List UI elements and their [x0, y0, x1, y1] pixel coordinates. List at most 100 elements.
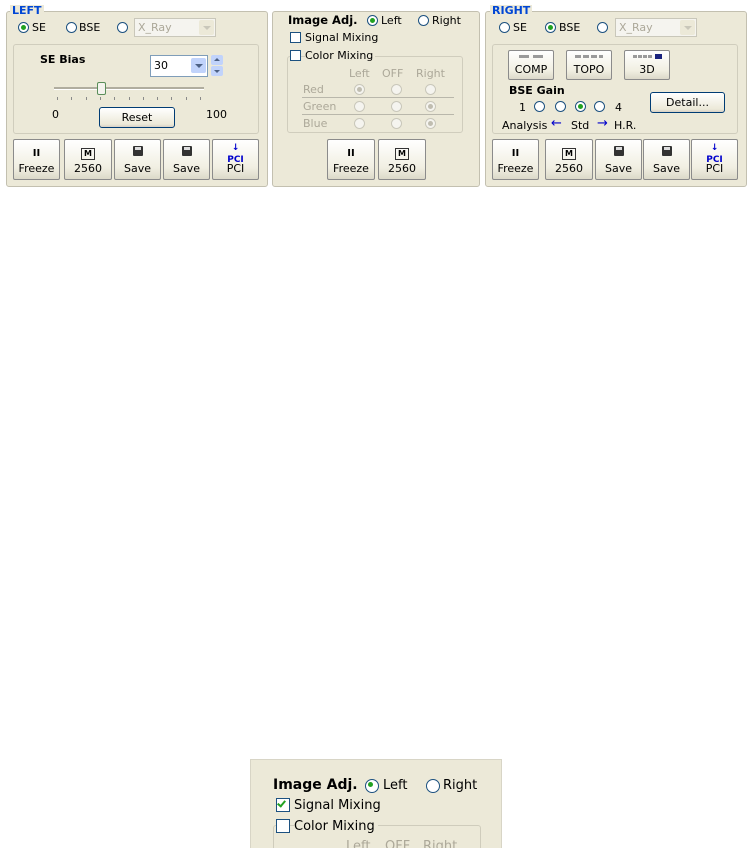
right-freeze-button[interactable]: II Freeze [492, 139, 539, 180]
color-row-green-label: Green [303, 100, 337, 113]
center-freeze-label: Freeze [333, 162, 369, 175]
left-xray-radio[interactable] [117, 22, 128, 33]
zoom-signal-mixing-label: Signal Mixing [294, 798, 381, 813]
right-freeze-label: Freeze [497, 162, 534, 175]
pause-icon: II [32, 148, 41, 159]
se-bias-reset-button[interactable]: Reset [99, 107, 175, 128]
signal-mixing-checkbox[interactable] [290, 32, 301, 43]
red-right-radio[interactable] [425, 84, 436, 95]
right-save-label-2: Save [652, 162, 680, 175]
chevron-down-icon [199, 20, 214, 35]
slider-tick [86, 97, 87, 100]
zoom-col-left: Left [346, 839, 371, 848]
left-xray-select[interactable]: X_Ray [134, 18, 216, 37]
right-pci-button[interactable]: ↓ PCI PCI [691, 139, 738, 180]
color-col-off: OFF [382, 67, 404, 80]
right-bse-radio[interactable] [545, 22, 556, 33]
bse-gain-radio-2[interactable] [555, 101, 566, 112]
red-left-radio[interactable] [354, 84, 365, 95]
right-xray-radio[interactable] [597, 22, 608, 33]
left-panel-title: LEFT [10, 4, 44, 17]
comp-label: COMP [514, 63, 548, 76]
left-bse-label: BSE [79, 21, 101, 34]
green-right-radio[interactable] [425, 101, 436, 112]
arrow-left-icon: ← [551, 116, 562, 131]
slider-tick [129, 97, 130, 100]
zoom-right-radio[interactable] [426, 779, 440, 793]
slider-tick [57, 97, 58, 100]
blue-right-radio[interactable] [425, 118, 436, 129]
detail-button[interactable]: Detail... [650, 92, 725, 113]
right-2560-label: 2560 [555, 162, 583, 175]
3d-icon [633, 55, 653, 58]
image-adj-title: Image Adj. [288, 13, 358, 27]
comp-button[interactable]: COMP [508, 50, 554, 80]
zoomed-image-adj-panel: Image Adj. Left Right Signal Mixing Colo… [250, 759, 502, 848]
color-mixing-label: Color Mixing [305, 49, 376, 62]
bse-gain-label: BSE Gain [509, 84, 565, 97]
bse-std-label: Std [571, 119, 590, 132]
floppy-save-icon [644, 146, 689, 158]
zoom-right-label: Right [443, 778, 478, 793]
left-2560-label: 2560 [74, 162, 102, 175]
left-save-button-2[interactable]: Save [163, 139, 210, 180]
slider-tick [186, 97, 187, 100]
left-2560-button[interactable]: M 2560 [64, 139, 112, 180]
slider-tick [114, 97, 115, 100]
3d-button[interactable]: 3D [624, 50, 670, 80]
bse-gain-radio-1[interactable] [534, 101, 545, 112]
left-pci-button[interactable]: ↓ PCI PCI [212, 139, 259, 180]
bse-gain-radio-3[interactable] [575, 101, 586, 112]
zoom-color-mixing-checkbox[interactable] [276, 819, 290, 833]
se-bias-slider-thumb[interactable] [97, 82, 106, 95]
left-se-radio[interactable] [18, 22, 29, 33]
left-freeze-button[interactable]: II Freeze [13, 139, 60, 180]
bse-gain-radio-4[interactable] [594, 101, 605, 112]
right-bse-label: BSE [559, 21, 581, 34]
zoom-left-radio[interactable] [365, 779, 379, 793]
image-adj-left-label: Left [381, 14, 402, 27]
spin-down-icon[interactable] [211, 66, 223, 76]
se-bias-input[interactable]: 30 [150, 55, 208, 77]
chevron-down-icon [191, 58, 206, 73]
zoom-left-label: Left [383, 778, 408, 793]
red-off-radio[interactable] [391, 84, 402, 95]
topo-button[interactable]: TOPO [566, 50, 612, 80]
zoom-signal-mixing-checkbox[interactable] [276, 798, 290, 812]
center-freeze-button[interactable]: II Freeze [327, 139, 375, 180]
green-left-radio[interactable] [354, 101, 365, 112]
right-se-radio[interactable] [499, 22, 510, 33]
se-bias-slider[interactable] [54, 82, 204, 104]
right-save-button-2[interactable]: Save [643, 139, 690, 180]
pause-icon: II [347, 148, 355, 159]
spin-up-icon[interactable] [211, 55, 223, 65]
left-save-button-1[interactable]: Save [114, 139, 161, 180]
left-pci-label: PCI [226, 162, 245, 175]
right-save-button-1[interactable]: Save [595, 139, 642, 180]
left-bse-radio[interactable] [66, 22, 77, 33]
blue-off-radio[interactable] [391, 118, 402, 129]
image-adj-left-radio[interactable] [367, 15, 378, 26]
blue-left-radio[interactable] [354, 118, 365, 129]
slider-tick [143, 97, 144, 100]
image-adj-right-radio[interactable] [418, 15, 429, 26]
color-mixing-checkbox[interactable] [290, 50, 301, 61]
right-panel-title: RIGHT [490, 4, 533, 17]
se-bias-value: 30 [154, 59, 168, 72]
color-row-blue-label: Blue [303, 117, 328, 130]
topo-label: TOPO [573, 63, 605, 76]
pci-download-icon: ↓ PCI [706, 143, 723, 165]
right-2560-button[interactable]: M 2560 [545, 139, 593, 180]
green-off-radio[interactable] [391, 101, 402, 112]
zoom-color-mixing-label: Color Mixing [294, 819, 378, 834]
zoom-col-off: OFF [385, 839, 411, 848]
memory-icon: M [546, 146, 592, 160]
se-bias-spinner[interactable] [211, 55, 223, 77]
right-xray-select[interactable]: X_Ray [615, 18, 697, 37]
floppy-save-icon [596, 146, 641, 158]
slider-tick [200, 97, 201, 100]
arrow-right-icon: → [597, 116, 608, 131]
center-2560-button[interactable]: M 2560 [378, 139, 426, 180]
floppy-save-icon [164, 146, 209, 158]
right-xray-value: X_Ray [619, 21, 653, 34]
